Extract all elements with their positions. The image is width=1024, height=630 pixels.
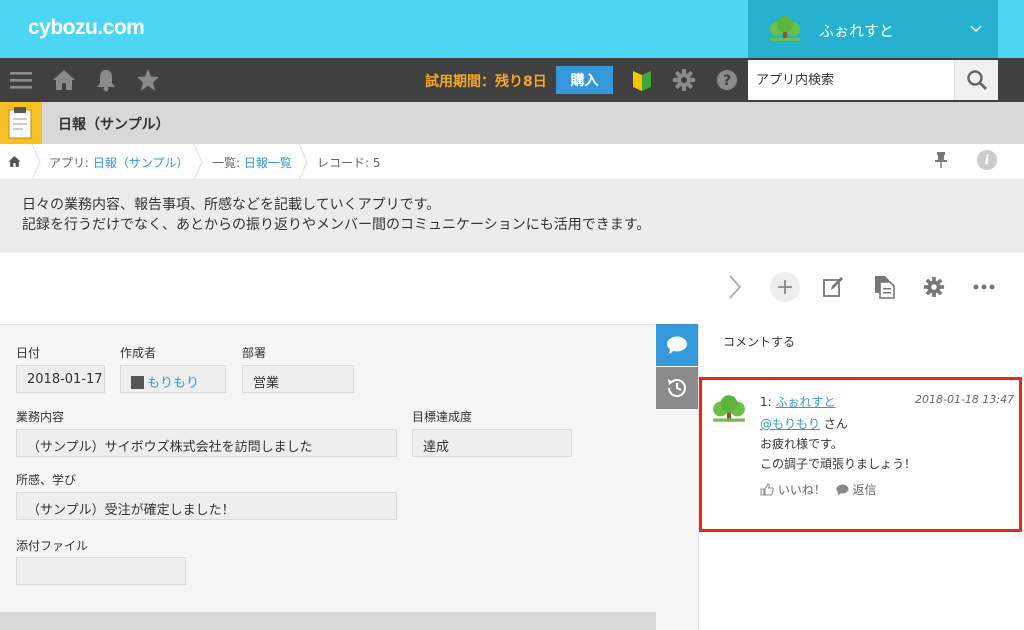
app-description: 日々の業務内容、報告事項、所感などを記載していくアプリです。 記録を行うだけでな… — [0, 180, 1024, 253]
attachment-field — [16, 557, 186, 585]
user-icon — [131, 376, 144, 389]
breadcrumb-separator — [31, 144, 41, 180]
comment-actions: いいね！ 返信 — [760, 481, 877, 498]
edit-record-button[interactable] — [818, 272, 848, 302]
reply-button[interactable]: 返信 — [836, 483, 877, 497]
menu-icon[interactable] — [9, 68, 33, 92]
commenter-avatar-icon — [713, 395, 745, 422]
comment-mention-link[interactable]: @もりもり — [760, 417, 820, 431]
search-icon — [966, 70, 987, 90]
breadcrumb-app-prefix: アプリ: — [49, 156, 93, 170]
app-icon[interactable] — [0, 102, 42, 144]
history-tab[interactable] — [656, 367, 698, 409]
date-field: 2018-01-17 — [16, 365, 105, 393]
breadcrumb-separator — [298, 144, 308, 180]
author-link[interactable]: もりもり — [147, 376, 199, 391]
svg-text:?: ? — [723, 73, 731, 89]
settings-icon — [923, 276, 945, 298]
write-comment-link[interactable]: コメントする — [723, 333, 795, 350]
kintone-record-screen: cybozu.com ふぉれすと 試用期間：残り8日 購入 ? アプリ内検索 日… — [0, 0, 1024, 630]
info-icon[interactable]: i — [977, 150, 997, 170]
goal-label: 目標達成度 — [412, 410, 473, 424]
comment-mention-suffix: さん — [820, 417, 848, 431]
department-label: 部署 — [242, 346, 267, 360]
search-button[interactable] — [954, 60, 998, 100]
clipboard-icon — [8, 107, 32, 139]
breadcrumb-list-link[interactable]: 日報一覧 — [244, 156, 292, 170]
breadcrumb-list-prefix: 一覧: — [212, 156, 244, 170]
comment-author-link[interactable]: ふぉれすと — [776, 395, 836, 409]
record-settings-button[interactable] — [919, 272, 949, 302]
comment-tab[interactable] — [656, 324, 698, 366]
reply-icon — [836, 484, 849, 496]
history-icon — [667, 379, 686, 397]
description-line-2: 記録を行うだけでなく、あとからの振り返りやメンバー間のコミュニケーションにも活用… — [22, 217, 651, 233]
breadcrumb-app-link[interactable]: 日報（サンプル） — [93, 156, 189, 170]
bell-icon[interactable] — [94, 68, 118, 92]
thoughts-field: （サンプル）受注が確定しました！ — [16, 492, 397, 520]
breadcrumb-record: レコード: 5 — [317, 156, 381, 170]
beginner-mark-icon[interactable] — [630, 68, 654, 92]
user-name: ふぉれすと — [819, 22, 895, 40]
reply-label: 返信 — [852, 483, 877, 497]
next-record-icon — [729, 275, 742, 299]
like-icon — [760, 483, 774, 496]
attachment-label: 添付ファイル — [16, 539, 89, 553]
comment-number: 1: — [760, 395, 776, 409]
like-button[interactable]: いいね！ — [760, 483, 830, 497]
breadcrumb-separator — [193, 144, 203, 180]
cybozu-logo[interactable]: cybozu.com — [28, 16, 145, 40]
duplicate-record-button[interactable] — [869, 272, 899, 302]
edit-icon — [823, 277, 843, 297]
department-field: 営業 — [242, 365, 354, 393]
global-nav: 試用期間：残り8日 購入 ? — [0, 58, 1024, 102]
comment-line-3: この調子で頑張りましょう！ — [760, 457, 917, 471]
breadcrumb: アプリ: 日報（サンプル） 一覧: 日報一覧 レコード: 5 — [0, 144, 1024, 180]
goal-field: 達成 — [412, 429, 572, 457]
star-icon[interactable] — [136, 68, 160, 92]
date-label: 日付 — [16, 346, 41, 360]
author-label: 作成者 — [120, 346, 157, 360]
app-header: 日報（サンプル） — [0, 102, 1024, 144]
record-footer-bar — [0, 612, 656, 630]
work-content-field: （サンプル）サイボウズ株式会社を訪問しました — [16, 429, 397, 457]
next-record-button[interactable] — [720, 272, 750, 302]
user-menu[interactable]: ふぉれすと — [748, 0, 998, 58]
comment-timestamp: 2018-01-18 13:47 — [915, 393, 1015, 406]
home-icon[interactable] — [8, 155, 21, 168]
author-field: もりもり — [120, 365, 226, 393]
more-options-button[interactable] — [969, 272, 999, 302]
more-icon — [973, 284, 995, 290]
app-title: 日報（サンプル） — [58, 117, 170, 133]
breadcrumb-app: アプリ: 日報（サンプル） — [49, 154, 189, 171]
description-line-1: 日々の業務内容、報告事項、所感などを記載していくアプリです。 — [22, 197, 441, 213]
app-search-input[interactable] — [748, 60, 954, 100]
comment-line-1: @もりもり さん — [760, 415, 848, 432]
pin-icon[interactable] — [934, 151, 948, 169]
comment-author: 1: ふぉれすと — [760, 393, 836, 410]
trial-period-text: 試用期間：残り8日 — [425, 74, 547, 90]
like-label: いいね！ — [777, 483, 826, 497]
chevron-down-icon — [970, 25, 982, 32]
comment-line-2: お疲れ様です。 — [760, 437, 843, 451]
buy-button[interactable]: 購入 — [556, 66, 613, 94]
add-icon — [778, 280, 792, 294]
gear-icon[interactable] — [672, 68, 696, 92]
comment-icon — [667, 336, 687, 354]
work-content-label: 業務内容 — [16, 410, 65, 424]
help-icon[interactable]: ? — [715, 68, 739, 92]
thoughts-label: 所感、学び — [16, 473, 77, 487]
duplicate-icon — [875, 276, 895, 299]
top-header: cybozu.com ふぉれすと — [0, 0, 1024, 58]
user-avatar-icon — [770, 16, 800, 41]
home-icon[interactable] — [52, 68, 76, 92]
add-record-button[interactable] — [770, 272, 800, 302]
breadcrumb-list: 一覧: 日報一覧 — [212, 154, 292, 171]
